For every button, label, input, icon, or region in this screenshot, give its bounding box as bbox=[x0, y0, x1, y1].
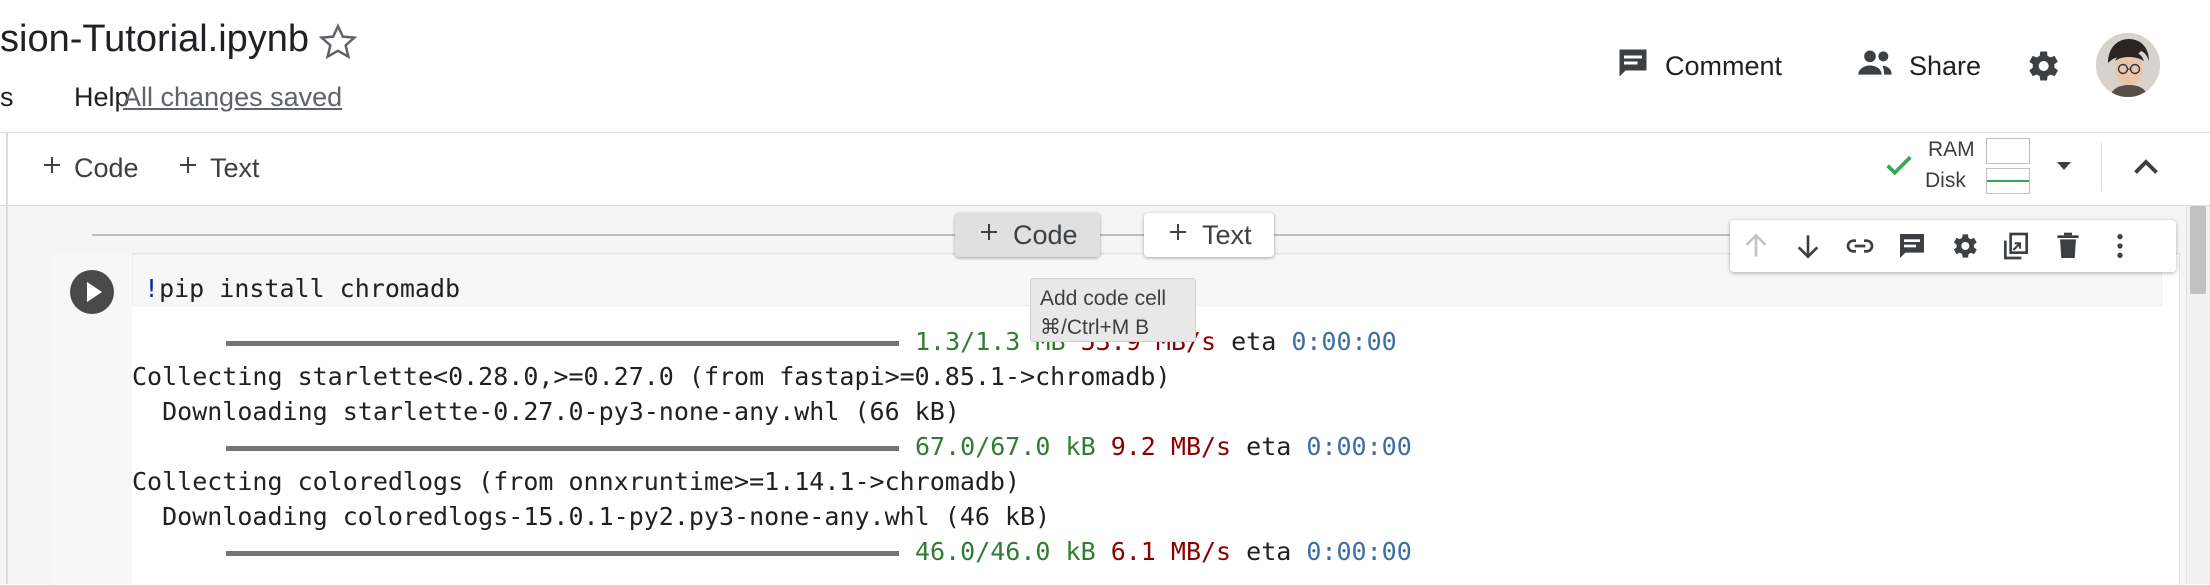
progress-size: 67.0/67.0 kB bbox=[915, 432, 1096, 461]
ram-label[interactable]: RAM bbox=[1928, 138, 1975, 162]
output-line: Downloading coloredlogs-15.0.1-py2.py3-n… bbox=[132, 502, 1051, 531]
add-text-button[interactable]: Text bbox=[176, 148, 260, 188]
share-label: Share bbox=[1909, 50, 1982, 81]
more-vert-icon[interactable] bbox=[2094, 220, 2146, 272]
share-button[interactable]: Share bbox=[1855, 44, 1981, 88]
cell-output: ━━━━━━━━━━━━━━━━━━━━━━━━━━━━━━━━━━━━━━━━… bbox=[132, 325, 2162, 584]
body-divider bbox=[6, 206, 8, 584]
comment-icon[interactable] bbox=[1886, 220, 1938, 272]
run-cell-button[interactable] bbox=[70, 270, 114, 314]
progress-speed: 9.2 MB/s bbox=[1110, 432, 1232, 461]
comment-button[interactable]: Comment bbox=[1615, 44, 1782, 88]
comment-icon bbox=[1615, 45, 1651, 88]
output-line: Collecting coloredlogs (from onnxruntime… bbox=[132, 467, 1021, 496]
progress-eta-label: eta bbox=[1231, 327, 1277, 356]
output-line: Collecting starlette<0.28.0,>=0.27.0 (fr… bbox=[132, 362, 1171, 391]
insert-text-label: Text bbox=[1202, 219, 1252, 250]
star-outline-icon[interactable] bbox=[318, 22, 358, 62]
menu-item-partial[interactable]: s bbox=[0, 82, 14, 113]
progress-eta-label: eta bbox=[1246, 432, 1292, 461]
toolbar-divider bbox=[6, 133, 8, 205]
add-text-label: Text bbox=[210, 152, 260, 183]
download-progress-bar bbox=[226, 445, 899, 451]
tooltip-shortcut: ⌘/Ctrl+M B bbox=[1040, 316, 1150, 339]
mirror-cell-icon[interactable] bbox=[1990, 220, 2042, 272]
insert-code-label: Code bbox=[1013, 219, 1078, 250]
progress-line: 1.3/1.3 MB 53.9 MB/s eta 0:00:00 bbox=[132, 325, 1397, 359]
notebook-toolbar: Code Text bbox=[0, 133, 2210, 206]
code-text: pip install chromadb bbox=[159, 274, 461, 303]
save-status[interactable]: All changes saved bbox=[123, 82, 342, 113]
progress-speed: 6.1 MB/s bbox=[1110, 537, 1232, 566]
share-people-icon bbox=[1855, 43, 1895, 90]
cell-toolbar bbox=[1730, 220, 2176, 272]
shell-bang: ! bbox=[144, 274, 160, 303]
add-code-button[interactable]: Code bbox=[40, 148, 139, 188]
code-line[interactable]: !pip install chromadb bbox=[144, 274, 460, 303]
progress-eta-label: eta bbox=[1246, 537, 1292, 566]
gear-icon[interactable] bbox=[2022, 46, 2062, 86]
ram-usage-bar[interactable] bbox=[1986, 138, 2030, 164]
scrollbar-thumb[interactable] bbox=[2190, 206, 2206, 294]
disk-label[interactable]: Disk bbox=[1925, 169, 1966, 193]
download-progress-bar bbox=[226, 550, 899, 556]
notebook-title[interactable]: sion-Tutorial.ipynb bbox=[0, 18, 309, 61]
move-down-icon[interactable] bbox=[1782, 220, 1834, 272]
avatar[interactable] bbox=[2096, 33, 2160, 97]
check-icon[interactable] bbox=[1882, 148, 1916, 182]
chevron-up-icon[interactable] bbox=[2128, 150, 2164, 186]
comment-label: Comment bbox=[1665, 50, 1783, 81]
progress-eta: 0:00:00 bbox=[1291, 327, 1397, 356]
insert-text-cell-button[interactable]: Text bbox=[1144, 213, 1274, 257]
plus-icon bbox=[1166, 220, 1190, 251]
run-icon bbox=[87, 282, 102, 302]
tooltip-title: Add code cell bbox=[1040, 287, 1167, 310]
output-line: Downloading starlette-0.27.0-py3-none-an… bbox=[132, 397, 960, 426]
plus-icon bbox=[40, 153, 64, 184]
disk-usage-bar[interactable] bbox=[1986, 168, 2030, 194]
insert-code-cell-button[interactable]: Code bbox=[955, 213, 1100, 257]
plus-icon bbox=[977, 220, 1001, 251]
progress-line: 67.0/67.0 kB 9.2 MB/s eta 0:00:00 bbox=[132, 429, 1412, 464]
link-icon[interactable] bbox=[1834, 220, 1886, 272]
plus-icon bbox=[176, 153, 200, 184]
menu-item-help[interactable]: Help bbox=[74, 82, 130, 113]
delete-icon[interactable] bbox=[2042, 220, 2094, 272]
progress-eta: 0:00:00 bbox=[1306, 432, 1412, 461]
move-up-icon[interactable] bbox=[1730, 220, 1782, 272]
progress-size: 46.0/46.0 kB bbox=[915, 537, 1096, 566]
toolbar-separator bbox=[2101, 143, 2102, 191]
dropdown-icon[interactable] bbox=[2050, 154, 2078, 178]
progress-eta: 0:00:00 bbox=[1306, 537, 1412, 566]
add-code-label: Code bbox=[74, 152, 139, 183]
progress-line: 46.0/46.0 kB 6.1 MB/s eta 0:00:00 bbox=[132, 534, 1412, 569]
settings-icon[interactable] bbox=[1938, 220, 1990, 272]
download-progress-bar bbox=[226, 340, 899, 346]
